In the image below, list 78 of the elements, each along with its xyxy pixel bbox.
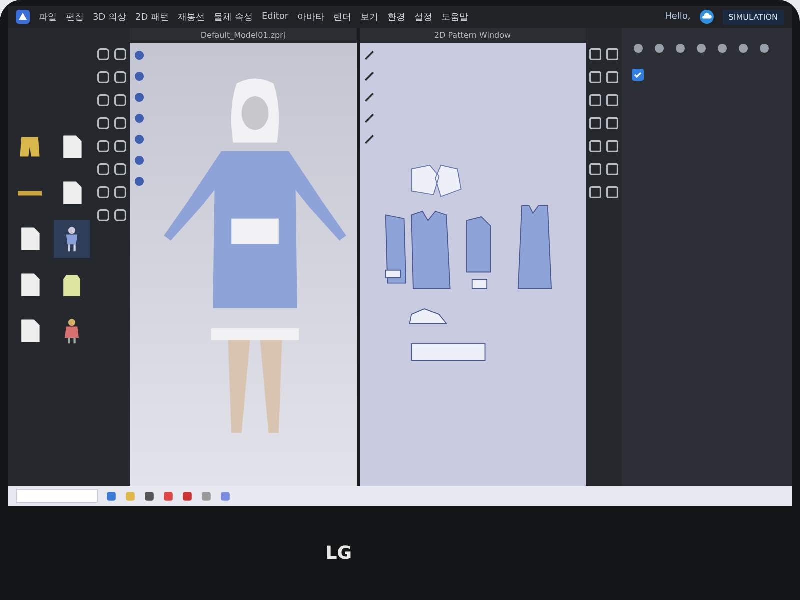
tool-icon[interactable] xyxy=(114,117,127,130)
menu-item[interactable]: 환경 xyxy=(388,10,406,24)
tool-icon[interactable] xyxy=(114,140,127,153)
brand-logo: LG xyxy=(326,542,352,564)
belt-icon xyxy=(18,190,42,196)
view-tool-icon[interactable] xyxy=(133,133,146,146)
pattern-tool-icon[interactable] xyxy=(606,94,619,107)
property-tool-icon[interactable] xyxy=(716,42,729,55)
tool-icon[interactable] xyxy=(114,209,127,222)
pattern-tool-icon[interactable] xyxy=(362,133,376,146)
pattern-tool-icon[interactable] xyxy=(589,186,602,199)
view-tool-icon[interactable] xyxy=(133,70,146,83)
menu-item[interactable]: 아바타 xyxy=(298,10,325,24)
pattern-tool-icon[interactable] xyxy=(362,112,376,125)
tool-icon[interactable] xyxy=(97,209,110,222)
library-item[interactable] xyxy=(54,220,90,258)
pattern-tool-icon[interactable] xyxy=(606,48,619,61)
menu-item[interactable]: 3D 의상 xyxy=(93,10,127,24)
window-title: 2D Pattern Window xyxy=(360,28,586,43)
menu-item[interactable]: Editor xyxy=(262,12,289,22)
taskbar-app-icon[interactable] xyxy=(106,490,117,502)
menu-item[interactable]: 물체 속성 xyxy=(214,10,253,24)
menu-item[interactable]: 재봉선 xyxy=(178,10,206,24)
pattern-tool-icon[interactable] xyxy=(606,163,619,176)
property-tool-icon[interactable] xyxy=(632,42,645,55)
taskbar-app-icon[interactable] xyxy=(220,490,231,502)
menu-item[interactable]: 2D 패턴 xyxy=(136,10,170,24)
checkbox[interactable] xyxy=(632,69,644,81)
taskbar-app-icon[interactable] xyxy=(144,490,155,502)
view-tool-icon[interactable] xyxy=(133,154,146,167)
tool-icon[interactable] xyxy=(97,48,110,61)
pattern-tool-icon[interactable] xyxy=(606,117,619,130)
pattern-tool-icon[interactable] xyxy=(606,186,619,199)
cloud-icon[interactable] xyxy=(700,10,714,24)
tool-icon[interactable] xyxy=(114,163,127,176)
tool-icon[interactable] xyxy=(97,163,110,176)
view-tool-icon[interactable] xyxy=(133,112,146,125)
property-tool-icon[interactable] xyxy=(758,42,771,55)
viewport-title: Default_Model01.zprj xyxy=(130,28,356,43)
taskbar-app-icon[interactable] xyxy=(182,490,193,502)
tool-icon[interactable] xyxy=(114,94,127,107)
taskbar-app-icon[interactable] xyxy=(163,490,174,502)
property-tool-icon[interactable] xyxy=(737,42,750,55)
account-greeting: Hello, xyxy=(665,12,691,22)
pattern-tool-icon[interactable] xyxy=(589,71,602,84)
tool-icon[interactable] xyxy=(97,117,110,130)
menu-item[interactable]: 보기 xyxy=(360,10,379,24)
tool-icon[interactable] xyxy=(114,48,127,61)
pattern-tool-icon[interactable] xyxy=(589,163,602,176)
tool-icon[interactable] xyxy=(114,186,127,199)
menu-item[interactable]: 편집 xyxy=(66,10,84,24)
view-tool-icon[interactable] xyxy=(133,175,146,188)
view-tool-icon[interactable] xyxy=(133,91,146,104)
menu-item[interactable]: 렌더 xyxy=(334,10,352,24)
tool-icon[interactable] xyxy=(97,140,110,153)
tool-icon[interactable] xyxy=(97,71,110,84)
menu-item[interactable]: 파일 xyxy=(39,10,57,24)
search-field[interactable] xyxy=(16,489,98,503)
menu-item[interactable]: 도움말 xyxy=(442,10,469,24)
tool-icon[interactable] xyxy=(114,71,127,84)
tool-icon[interactable] xyxy=(97,94,110,107)
pattern-tool-icon[interactable] xyxy=(362,49,376,62)
pattern-tool-icon[interactable] xyxy=(606,140,619,153)
pattern-tool-icon[interactable] xyxy=(362,70,376,83)
simulation-mode-button[interactable]: SIMULATION xyxy=(722,10,784,24)
tool-icon[interactable] xyxy=(97,186,110,199)
pattern-tool-icon[interactable] xyxy=(589,48,602,61)
pattern-tool-icon[interactable] xyxy=(589,140,602,153)
menu-item[interactable]: 설정 xyxy=(414,10,433,24)
pattern-tool-icon[interactable] xyxy=(589,94,602,107)
property-tool-icon[interactable] xyxy=(674,42,687,55)
pattern-tool-icon[interactable] xyxy=(589,117,602,130)
property-tool-icon[interactable] xyxy=(653,42,666,55)
view-tool-icon[interactable] xyxy=(133,49,146,62)
pattern-tool-icon[interactable] xyxy=(606,71,619,84)
property-tool-icon[interactable] xyxy=(695,42,708,55)
pattern-tool-icon[interactable] xyxy=(362,91,376,104)
app-logo-icon[interactable] xyxy=(16,10,30,24)
